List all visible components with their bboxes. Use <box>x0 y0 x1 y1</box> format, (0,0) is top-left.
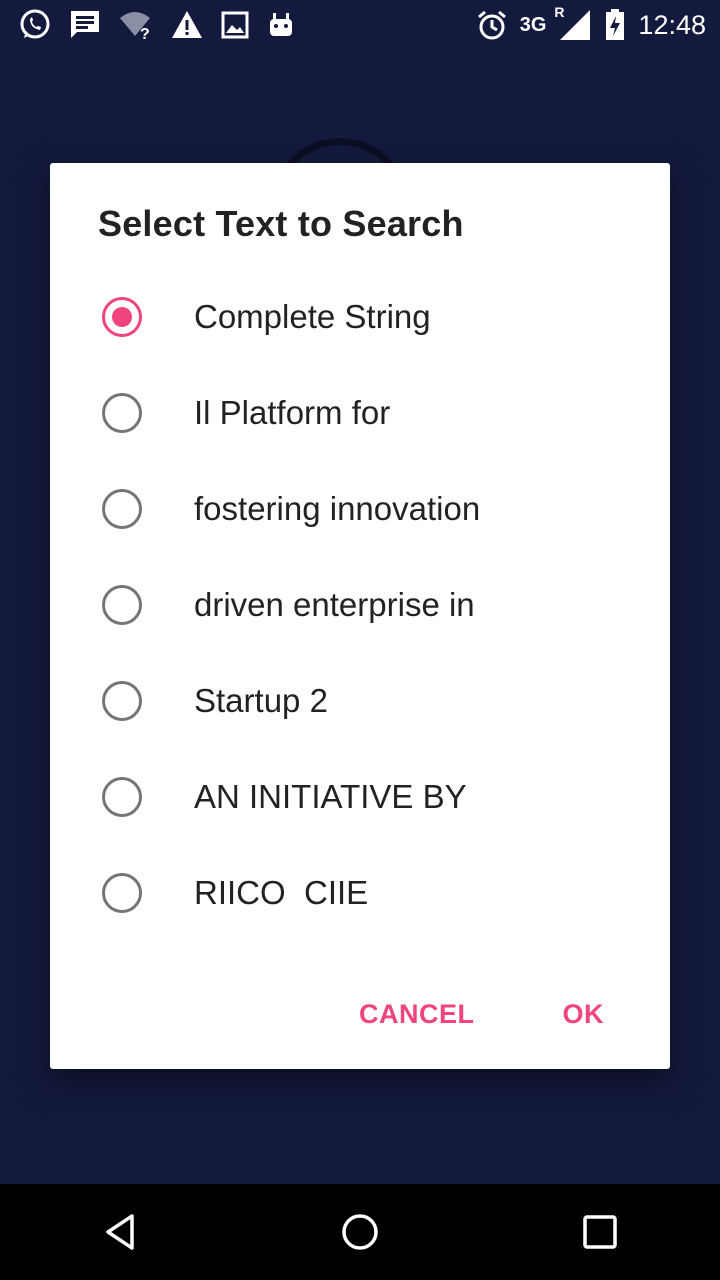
svg-text:?: ? <box>140 26 150 42</box>
clock: 12:48 <box>638 9 706 40</box>
back-icon[interactable] <box>80 1192 160 1272</box>
option-label: driven enterprise in <box>194 586 475 623</box>
option-label: Startup 2 <box>194 682 328 719</box>
notification-icons: ? <box>18 8 296 42</box>
alarm-icon <box>476 9 508 41</box>
home-icon[interactable] <box>320 1192 400 1272</box>
dialog-actions: CANCEL OK <box>339 989 670 1039</box>
signal-icon: R <box>554 4 592 42</box>
option-fostering-innovation[interactable]: fostering innovation <box>50 461 670 557</box>
radio-checked-icon[interactable] <box>102 297 142 337</box>
option-label: Complete String <box>194 298 431 335</box>
radio-unchecked-icon[interactable] <box>102 681 142 721</box>
battery-charging-icon <box>604 8 626 42</box>
ok-button[interactable]: OK <box>545 991 623 1038</box>
radio-options: Complete String Il Platform for fosterin… <box>50 269 670 941</box>
navigation-bar <box>0 1184 720 1280</box>
radio-unchecked-icon[interactable] <box>102 585 142 625</box>
warning-icon <box>170 8 204 42</box>
radio-unchecked-icon[interactable] <box>102 489 142 529</box>
status-bar: ? 3G R 12:48 <box>0 0 720 50</box>
dialog-title: Select Text to Search <box>98 203 464 244</box>
android-icon <box>266 10 296 40</box>
option-startup-2[interactable]: Startup 2 <box>50 653 670 749</box>
option-riico-ciie[interactable]: RIICO CIIE <box>50 845 670 941</box>
option-label: RIICO CIIE <box>194 874 369 911</box>
wifi-question-icon: ? <box>118 8 154 42</box>
roaming-indicator: R <box>554 4 565 20</box>
radio-unchecked-icon[interactable] <box>102 777 142 817</box>
cancel-button[interactable]: CANCEL <box>339 991 495 1038</box>
network-type: 3G <box>519 13 547 36</box>
option-label: AN INITIATIVE BY <box>194 778 467 815</box>
option-complete-string[interactable]: Complete String <box>50 269 670 365</box>
recents-icon[interactable] <box>560 1192 640 1272</box>
option-label: fostering innovation <box>194 490 481 527</box>
whatsapp-icon <box>18 8 52 42</box>
select-text-dialog: Select Text to Search Complete String Il… <box>50 163 670 1069</box>
image-icon <box>220 10 250 40</box>
message-icon <box>68 8 102 42</box>
radio-unchecked-icon[interactable] <box>102 873 142 913</box>
radio-unchecked-icon[interactable] <box>102 393 142 433</box>
option-il-platform-for[interactable]: Il Platform for <box>50 365 670 461</box>
system-status: 3G R 12:48 <box>476 4 706 42</box>
option-an-initiative-by[interactable]: AN INITIATIVE BY <box>50 749 670 845</box>
option-driven-enterprise-in[interactable]: driven enterprise in <box>50 557 670 653</box>
option-label: Il Platform for <box>194 394 391 431</box>
